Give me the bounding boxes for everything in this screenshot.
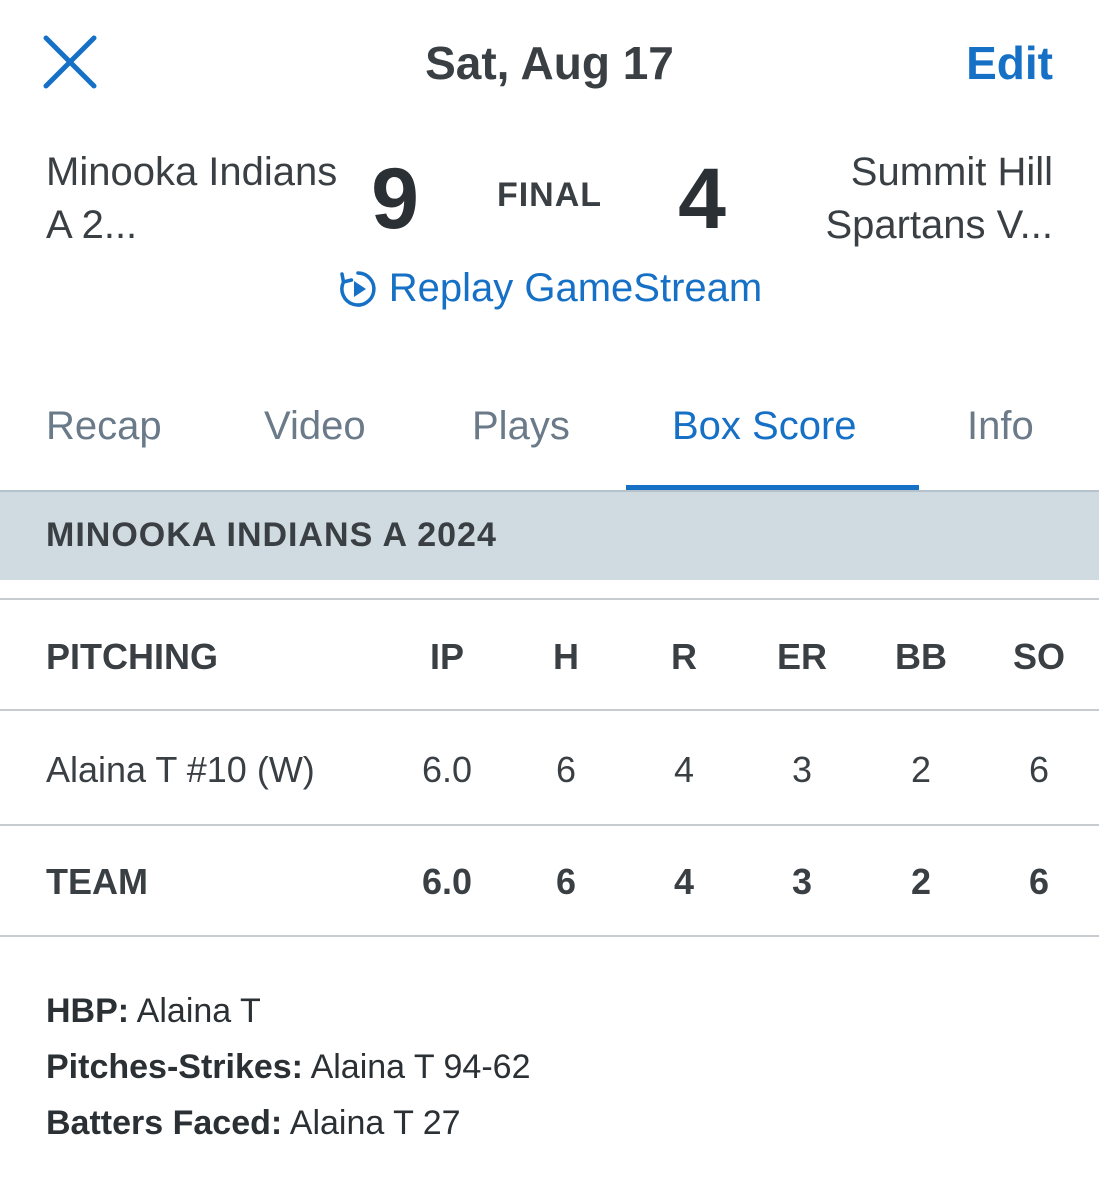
column-header-ip[interactable]: IP bbox=[392, 636, 502, 678]
pitching-header-row: PITCHING IP H R ER BB SO bbox=[0, 636, 1099, 716]
divider bbox=[0, 935, 1099, 937]
column-header-er[interactable]: ER bbox=[747, 636, 857, 678]
divider bbox=[0, 709, 1099, 711]
cell-ip: 6.0 bbox=[421, 749, 473, 790]
note-label: Batters Faced: bbox=[46, 1104, 283, 1142]
note-hbp: HBP: Alaina T bbox=[46, 983, 530, 1039]
team-totals-row: TEAM 6.0 6 4 3 2 6 bbox=[0, 861, 1099, 941]
top-bar: Sat, Aug 17 Edit bbox=[0, 0, 1099, 125]
player-name[interactable]: Alaina T #10 (W) bbox=[46, 749, 386, 791]
game-date: Sat, Aug 17 bbox=[425, 37, 674, 89]
team-section-header: MINOOKA INDIANS A 2024 bbox=[0, 490, 1099, 580]
cell-so: 6 bbox=[1028, 749, 1050, 790]
team-er: 3 bbox=[791, 861, 813, 902]
team-bb: 2 bbox=[910, 861, 932, 902]
note-value: Alaina T 27 bbox=[282, 1104, 461, 1142]
team-so: 6 bbox=[1028, 861, 1050, 902]
team-section-title: MINOOKA INDIANS A 2024 bbox=[46, 516, 497, 554]
column-header-bb[interactable]: BB bbox=[866, 636, 976, 678]
replay-label: Replay GameStream bbox=[388, 266, 763, 310]
team-ip: 6.0 bbox=[421, 861, 473, 902]
note-label: Pitches-Strikes: bbox=[46, 1048, 303, 1086]
divider bbox=[0, 824, 1099, 826]
cell-er: 3 bbox=[791, 749, 813, 790]
column-header-pitching[interactable]: PITCHING bbox=[46, 636, 386, 678]
tab-box-score[interactable]: Box Score bbox=[672, 404, 857, 449]
tab-plays[interactable]: Plays bbox=[472, 404, 570, 449]
edit-button[interactable]: Edit bbox=[966, 36, 1053, 90]
note-value: Alaina T bbox=[129, 992, 261, 1030]
column-header-so[interactable]: SO bbox=[984, 636, 1094, 678]
table-row[interactable]: Alaina T #10 (W) 6.0 6 4 3 2 6 bbox=[0, 749, 1099, 829]
tab-bar: Recap Video Plays Box Score Info bbox=[0, 380, 1099, 490]
team-totals-label: TEAM bbox=[46, 861, 148, 902]
tab-recap[interactable]: Recap bbox=[46, 404, 162, 449]
divider bbox=[0, 598, 1099, 600]
tab-info[interactable]: Info bbox=[967, 404, 1034, 449]
note-batters-faced: Batters Faced: Alaina T 27 bbox=[46, 1095, 530, 1151]
away-score: 4 bbox=[678, 151, 726, 247]
note-label: HBP: bbox=[46, 992, 130, 1030]
team-h: 6 bbox=[555, 861, 577, 902]
column-header-r[interactable]: R bbox=[629, 636, 739, 678]
pitching-notes: HBP: Alaina T Pitches-Strikes: Alaina T … bbox=[46, 983, 530, 1151]
cell-bb: 2 bbox=[910, 749, 932, 790]
cell-r: 4 bbox=[673, 749, 695, 790]
replay-gamestream-button[interactable]: Replay GameStream bbox=[0, 266, 1099, 311]
team-r: 4 bbox=[673, 861, 695, 902]
note-pitches-strikes: Pitches-Strikes: Alaina T 94-62 bbox=[46, 1039, 530, 1095]
replay-icon bbox=[339, 270, 376, 307]
tab-video[interactable]: Video bbox=[264, 404, 366, 449]
column-header-h[interactable]: H bbox=[511, 636, 621, 678]
note-value: Alaina T 94-62 bbox=[303, 1048, 531, 1086]
cell-h: 6 bbox=[555, 749, 577, 790]
away-team-name[interactable]: Summit Hill Spartans V... bbox=[753, 146, 1053, 252]
